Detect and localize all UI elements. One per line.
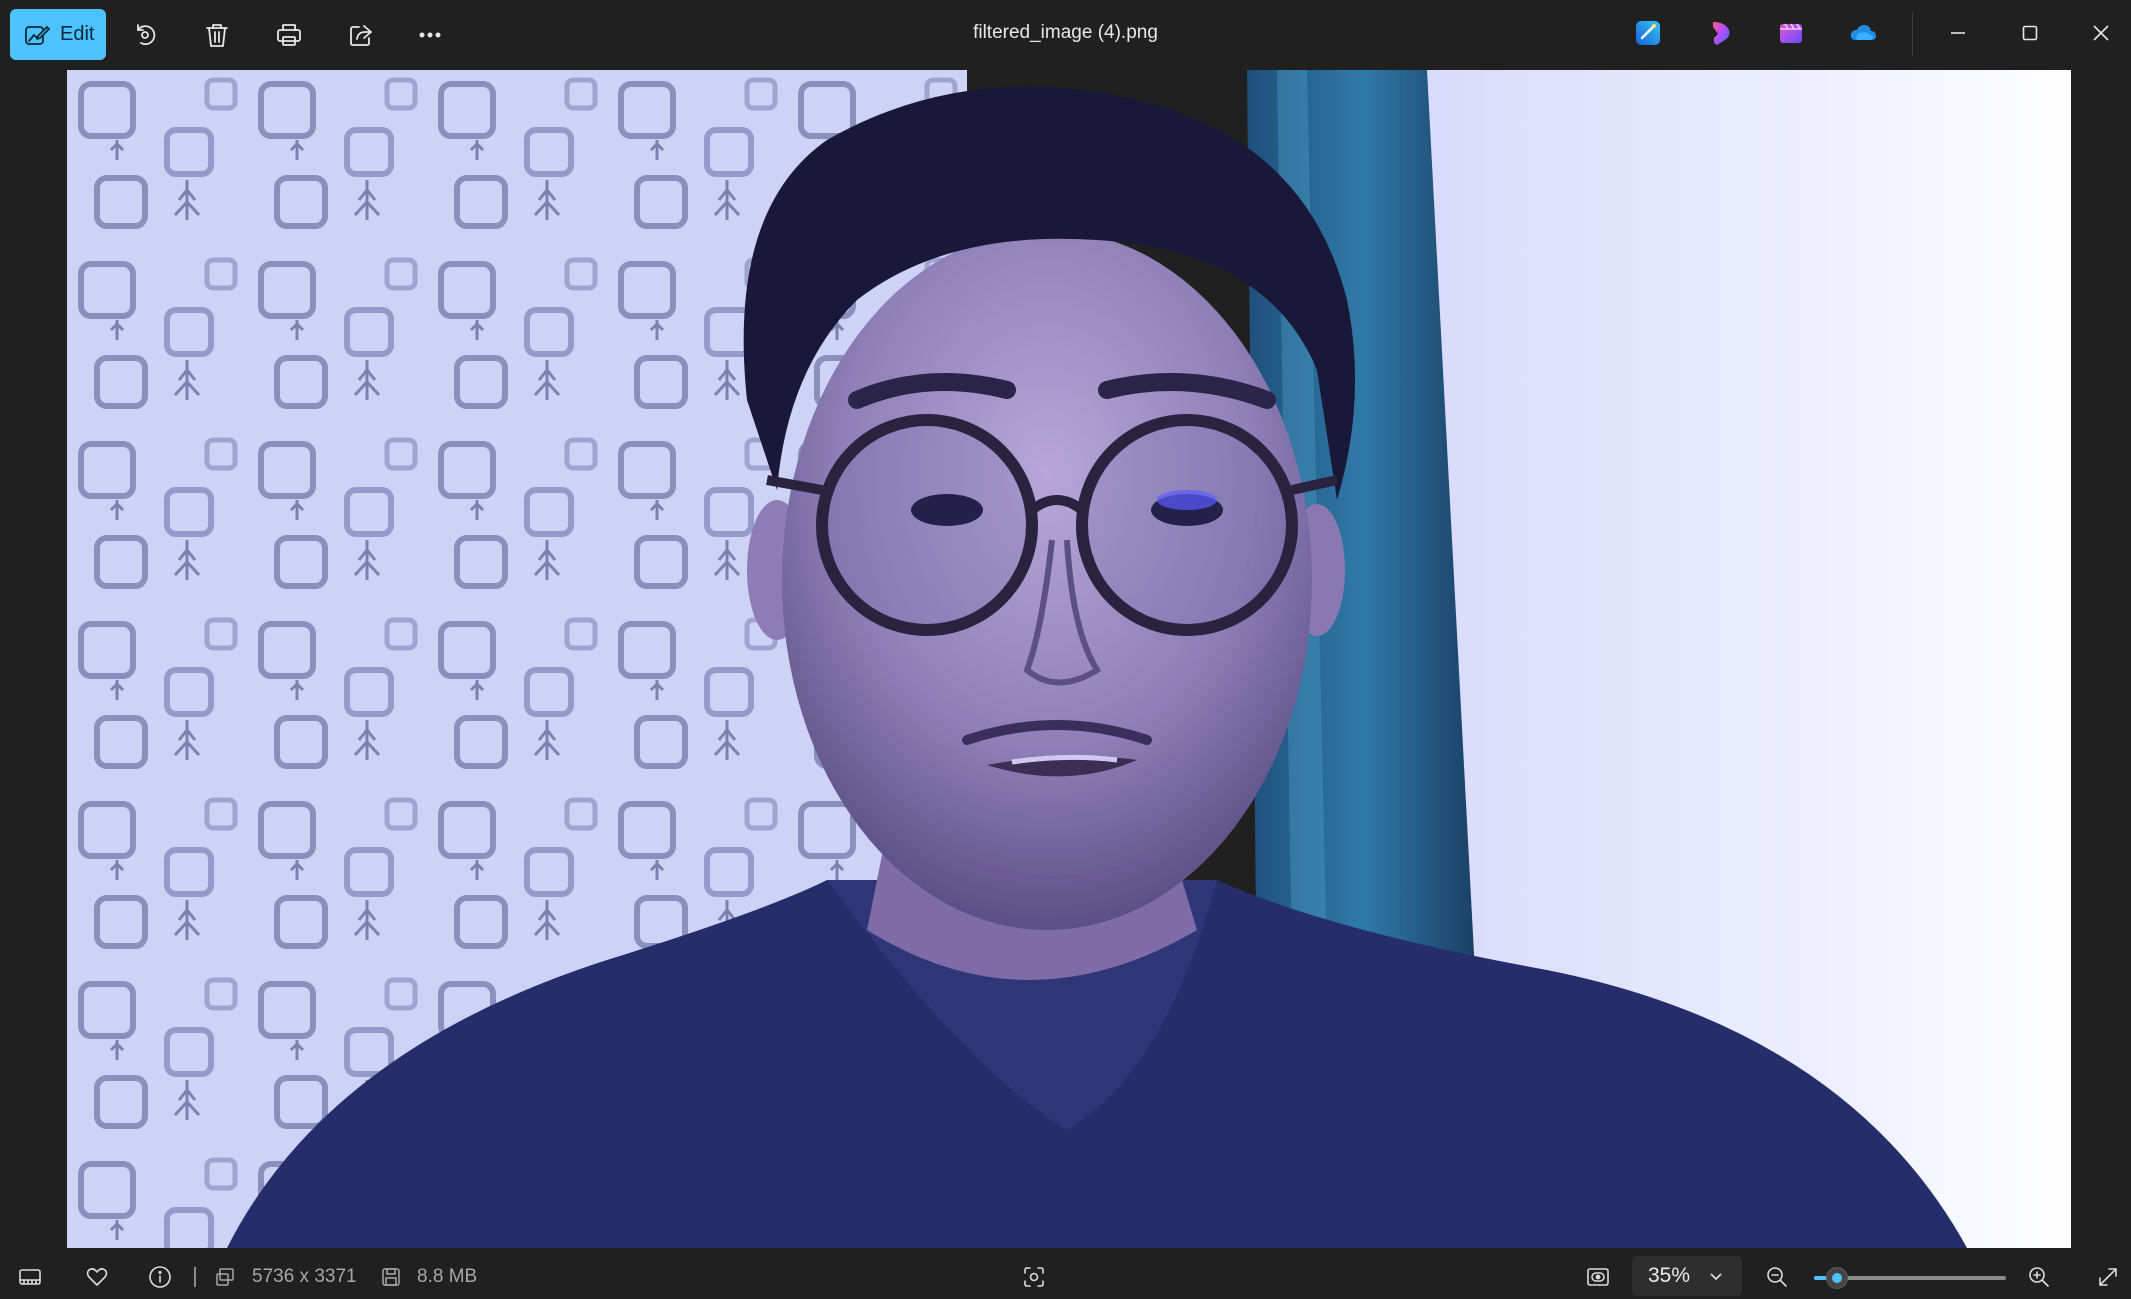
photo-viewer[interactable]	[67, 70, 2071, 1248]
close-icon	[2093, 25, 2109, 41]
copilot-icon[interactable]	[1776, 18, 1806, 48]
dimensions-icon	[216, 1268, 234, 1286]
edit-button-label: Edit	[60, 23, 95, 45]
zoom-slider-thumb[interactable]	[1825, 1267, 1848, 1289]
zoom-level-dropdown[interactable]: 35%	[1632, 1256, 1742, 1296]
actual-size-icon	[1587, 1268, 1609, 1286]
toolbar-divider	[1912, 12, 1913, 56]
zoom-level-value: 35%	[1648, 1264, 1691, 1287]
edit-image-icon	[25, 25, 50, 45]
minimize-button[interactable]	[1933, 10, 1983, 56]
share-button[interactable]	[340, 14, 382, 56]
actual-size-button[interactable]	[1580, 1259, 1616, 1295]
file-size-icon	[382, 1268, 400, 1286]
print-icon	[277, 24, 301, 46]
chevron-down-icon	[1710, 1273, 1722, 1281]
visual-search-button[interactable]	[1016, 1259, 1052, 1295]
more-options-button[interactable]	[409, 14, 451, 56]
rotate-button[interactable]	[124, 14, 166, 56]
photos-window: Edit filtered_image (4).png 5736 x 3371 …	[0, 0, 2131, 1299]
top-toolbar: Edit filtered_image (4).png	[0, 0, 2131, 69]
maximize-button[interactable]	[2005, 10, 2055, 56]
more-options-icon	[419, 32, 441, 38]
photo	[67, 70, 2071, 1248]
status-separator	[194, 1267, 196, 1287]
share-icon	[350, 25, 372, 46]
rotate-icon	[137, 24, 156, 46]
favorite-button[interactable]	[79, 1259, 115, 1295]
zoom-slider-fill	[1814, 1276, 1826, 1280]
onedrive-icon[interactable]	[1848, 18, 1878, 48]
edit-button[interactable]: Edit	[10, 9, 106, 60]
status-bar: 5736 x 3371 8.8 MB 35%	[0, 1251, 2131, 1299]
expand-icon	[2099, 1268, 2117, 1286]
window-title: filtered_image (4).png	[973, 22, 1158, 43]
file-size: 8.8 MB	[417, 1266, 478, 1287]
zoom-in-icon	[2029, 1267, 2049, 1287]
zoom-out-icon	[1767, 1267, 1787, 1287]
window-title-container: filtered_image (4).png	[0, 22, 2131, 44]
info-icon	[149, 1266, 171, 1288]
filmstrip-icon	[19, 1269, 41, 1285]
close-button[interactable]	[2076, 10, 2126, 56]
print-button[interactable]	[268, 14, 310, 56]
image-dimensions: 5736 x 3371	[252, 1266, 357, 1287]
zoom-in-button[interactable]	[2021, 1259, 2057, 1295]
file-info-button[interactable]	[142, 1259, 178, 1295]
delete-button[interactable]	[196, 14, 238, 56]
filmstrip-button[interactable]	[12, 1259, 48, 1295]
zoom-out-button[interactable]	[1759, 1259, 1795, 1295]
minimize-icon	[1951, 32, 1965, 34]
delete-icon	[206, 24, 228, 47]
heart-icon	[86, 1268, 108, 1286]
designer-icon[interactable]	[1633, 18, 1663, 48]
clipchamp-icon[interactable]	[1705, 18, 1735, 48]
full-screen-button[interactable]	[2090, 1259, 2126, 1295]
maximize-icon	[2022, 25, 2038, 41]
zoom-slider[interactable]	[1814, 1267, 2006, 1289]
visual-search-icon	[1024, 1267, 1044, 1287]
